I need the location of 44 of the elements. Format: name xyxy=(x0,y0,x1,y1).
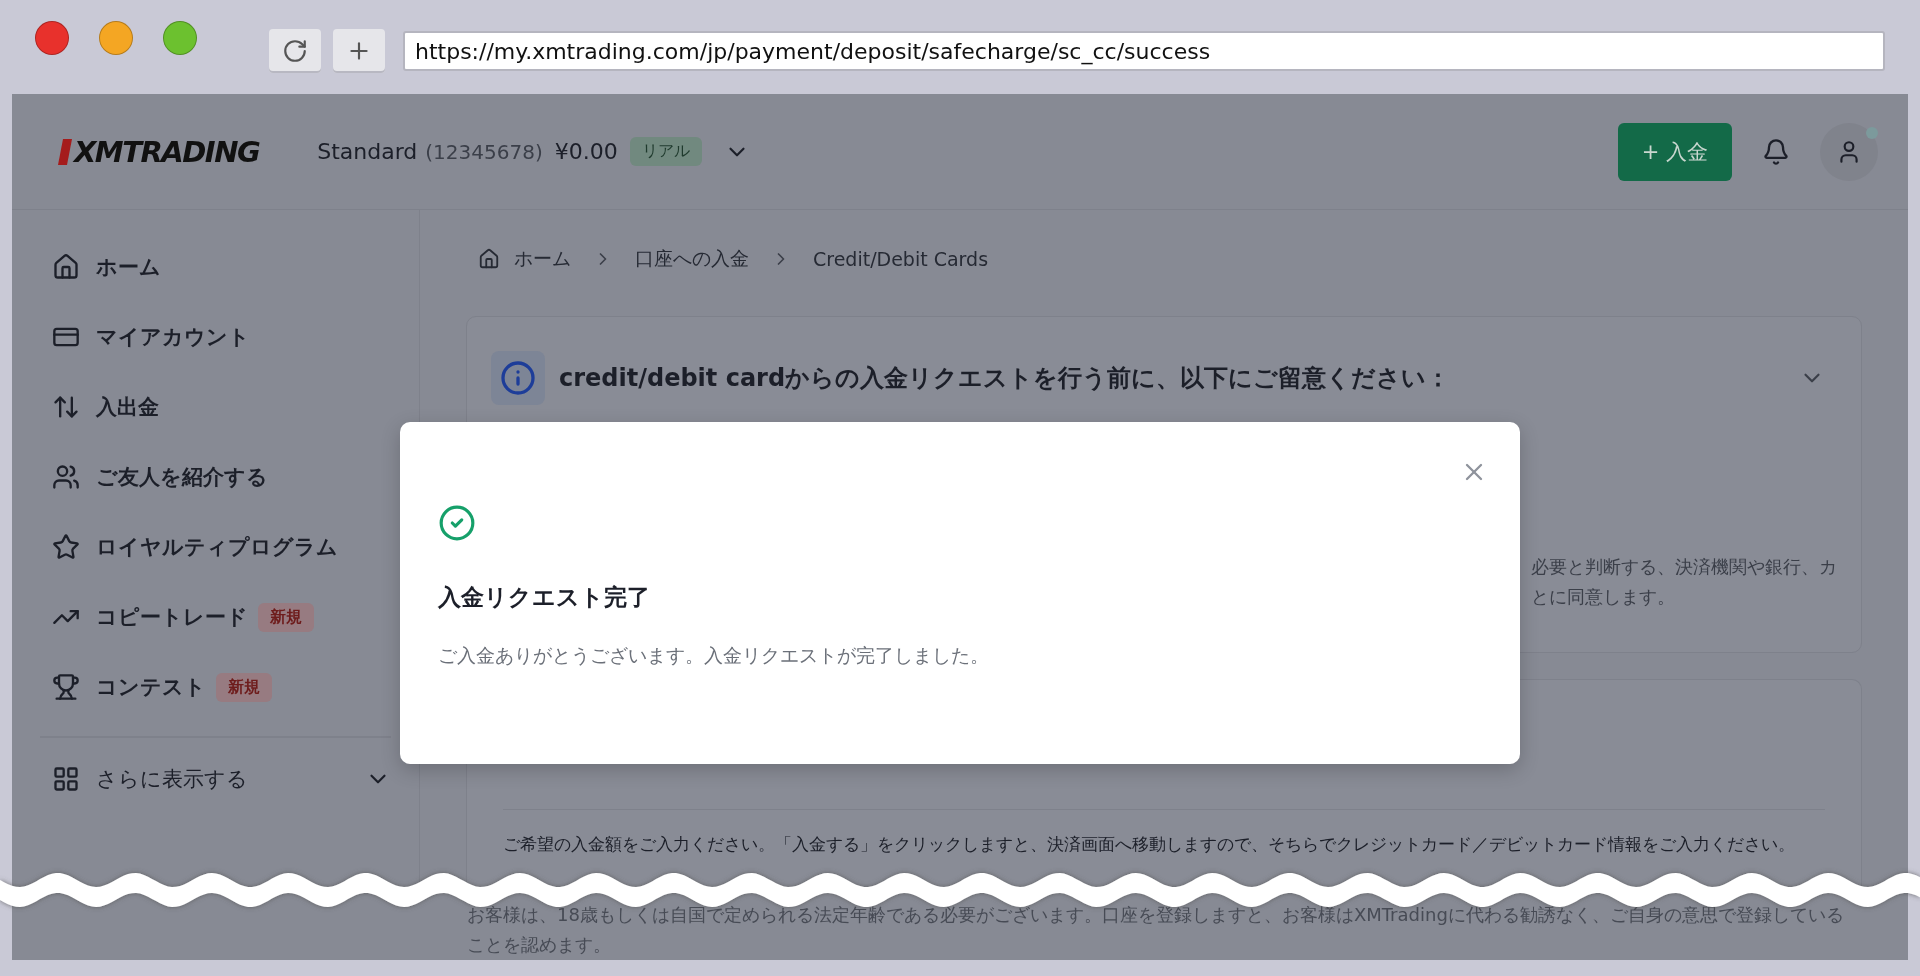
check-circle-icon xyxy=(438,504,476,542)
notice-title: credit/debit cardからの入金リクエストを行う前に、以下にご留意ください： xyxy=(559,363,1452,394)
breadcrumb-link[interactable]: ホーム xyxy=(514,246,571,272)
sidebar-item[interactable]: コンテスト 新規 xyxy=(40,652,391,722)
sidebar-item[interactable]: マイアカウント xyxy=(40,302,391,372)
trophy-icon xyxy=(52,673,80,701)
age-notice-text: お客様は、18歳もしくは自国で定められる法定年齢である必要がございます。口座を登録しますと、お客様はXMTradingに代わる勧誘なく、ご自身の意思で登録していることを認めます。 xyxy=(467,903,1845,957)
close-window-button[interactable] xyxy=(35,21,69,55)
account-type: Standard xyxy=(317,139,418,164)
new-tab-button[interactable] xyxy=(333,29,385,73)
sidebar-item[interactable]: 入出金 xyxy=(40,372,391,442)
people-icon xyxy=(52,463,80,491)
sidebar-label: さらに表示する xyxy=(96,766,249,793)
notice-text: とに同意します。 xyxy=(1531,585,1675,609)
account-balance: ¥0.00 xyxy=(554,139,618,164)
reload-button[interactable] xyxy=(269,29,321,73)
notice-text: 必要と判断する、決済機関や銀行、カ xyxy=(1531,555,1837,579)
dialog-message: ご入金ありがとうございます。入金リクエストが完了しました。 xyxy=(438,643,990,668)
new-badge: 新規 xyxy=(258,602,314,632)
deposit-button[interactable]: + 入金 xyxy=(1617,122,1732,181)
account-number: (12345678) xyxy=(425,139,543,164)
dialog-title: 入金リクエスト完了 xyxy=(438,583,651,612)
info-icon xyxy=(491,351,545,405)
sidebar-label: コンテスト xyxy=(96,674,206,701)
grid-icon xyxy=(52,765,80,793)
account-badge: リアル xyxy=(629,137,702,166)
new-badge: 新規 xyxy=(216,672,272,702)
sidebar-item[interactable]: ご友人を紹介する xyxy=(40,442,391,512)
home-icon xyxy=(478,248,500,270)
star-icon xyxy=(52,533,80,561)
sidebar-label: コピートレード xyxy=(96,604,248,631)
address-bar[interactable]: https://my.xmtrading.com/jp/payment/deposit/safecharge/sc_cc/success xyxy=(403,31,1885,71)
sidebar-item[interactable]: ホーム xyxy=(40,232,391,302)
logo-mark-icon xyxy=(58,138,72,165)
breadcrumb-link[interactable]: Credit/Debit Cards xyxy=(813,248,989,270)
instructions-text: ご希望の入金額をご入力ください。「入金する」をクリックしますと、決済画面へ移動しますので、そちらでクレジットカード／デビットカード情報をご入力ください。 xyxy=(503,834,1796,856)
sidebar-item[interactable]: コピートレード 新規 xyxy=(40,582,391,652)
logo-text: XMTRADING xyxy=(74,134,260,169)
show-more-item[interactable]: さらに表示する xyxy=(40,744,391,814)
reload-icon xyxy=(282,38,308,64)
sidebar-item[interactable]: ロイヤルティプログラム xyxy=(40,512,391,582)
notification-bell-icon[interactable] xyxy=(1762,137,1790,166)
home-icon xyxy=(52,253,80,281)
breadcrumb-link[interactable]: 口座への入金 xyxy=(635,246,749,272)
